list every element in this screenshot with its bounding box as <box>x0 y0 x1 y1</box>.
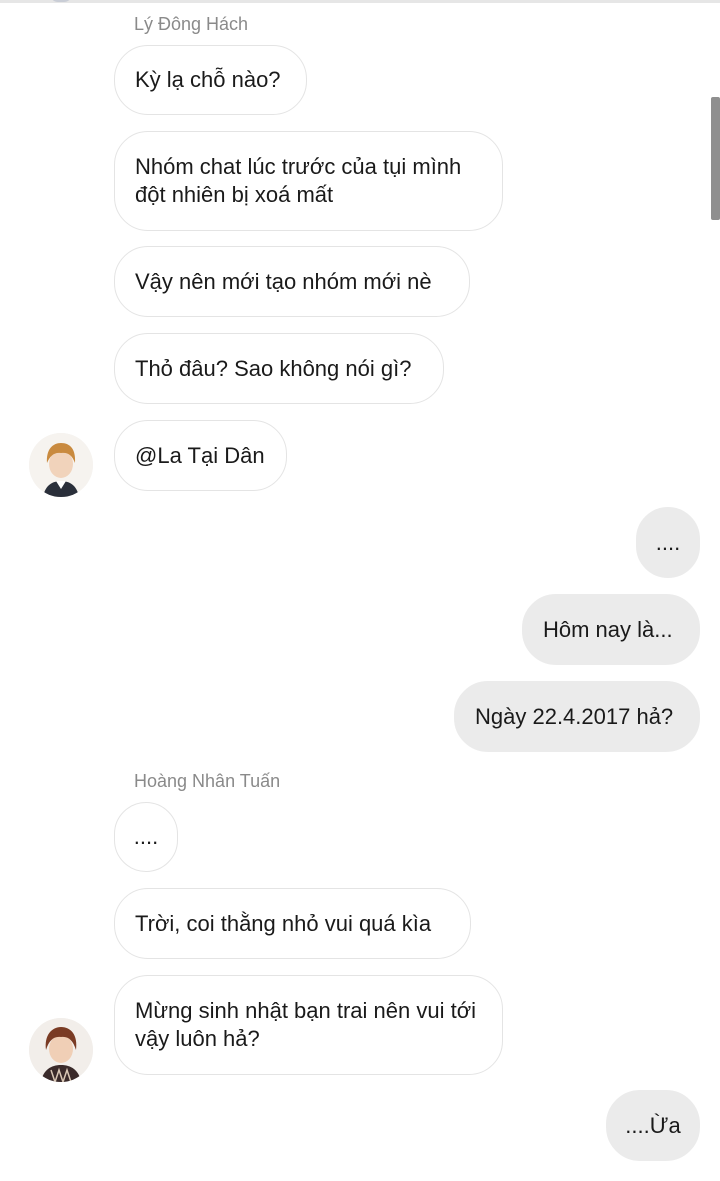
sender-name: Hoàng Nhân Tuấn <box>134 771 281 791</box>
message-bubble-incoming[interactable]: Trời, coi thằng nhỏ vui quá kìa <box>114 888 471 959</box>
message-text: Trời, coi thằng nhỏ vui quá kìa <box>135 910 432 936</box>
message-text: Ngày 22.4.2017 hả? <box>475 703 674 729</box>
message-bubble-outgoing[interactable]: Ngày 22.4.2017 hả? <box>454 681 700 752</box>
message-bubble-incoming[interactable]: @La Tại Dân <box>114 420 287 491</box>
message-text: Kỳ lạ chỗ nào? <box>135 67 281 92</box>
message-text: Hôm nay là... <box>543 616 673 642</box>
message-text: Vậy nên mới tạo nhóm mới nè <box>135 268 432 294</box>
avatar-photo-icon <box>29 433 93 497</box>
message-text: ....Ừa <box>625 1112 681 1138</box>
message-bubble-outgoing[interactable]: ....Ừa <box>606 1090 700 1161</box>
message-bubble-outgoing[interactable]: Hôm nay là... <box>522 594 700 665</box>
message-bubble-incoming[interactable]: Mừng sinh nhật bạn trai nên vui tới vậy … <box>114 975 503 1075</box>
avatar-photo-icon <box>29 1018 93 1082</box>
message-text: .... <box>655 529 681 555</box>
sender-avatar[interactable] <box>29 433 93 497</box>
top-divider <box>0 0 720 3</box>
message-text: .... <box>133 824 159 849</box>
message-text: Nhóm chat lúc trước của tụi mình đột nhi… <box>135 154 462 207</box>
message-bubble-outgoing[interactable]: .... <box>636 507 700 578</box>
message-text: Mừng sinh nhật bạn trai nên vui tới vậy … <box>135 998 477 1051</box>
message-text: @La Tại Dân <box>135 442 265 468</box>
message-bubble-incoming[interactable]: Vậy nên mới tạo nhóm mới nè <box>114 246 470 317</box>
message-text: Thỏ đâu? Sao không nói gì? <box>135 355 412 381</box>
sender-name: Lý Đông Hách <box>134 14 249 34</box>
sender-avatar[interactable] <box>29 1018 93 1082</box>
scrollbar-thumb[interactable] <box>711 97 720 220</box>
message-bubble-incoming[interactable]: Kỳ lạ chỗ nào? <box>114 45 307 115</box>
message-bubble-incoming[interactable]: .... <box>114 802 178 872</box>
message-bubble-incoming[interactable]: Nhóm chat lúc trước của tụi mình đột nhi… <box>114 131 503 231</box>
message-bubble-incoming[interactable]: Thỏ đâu? Sao không nói gì? <box>114 333 444 404</box>
